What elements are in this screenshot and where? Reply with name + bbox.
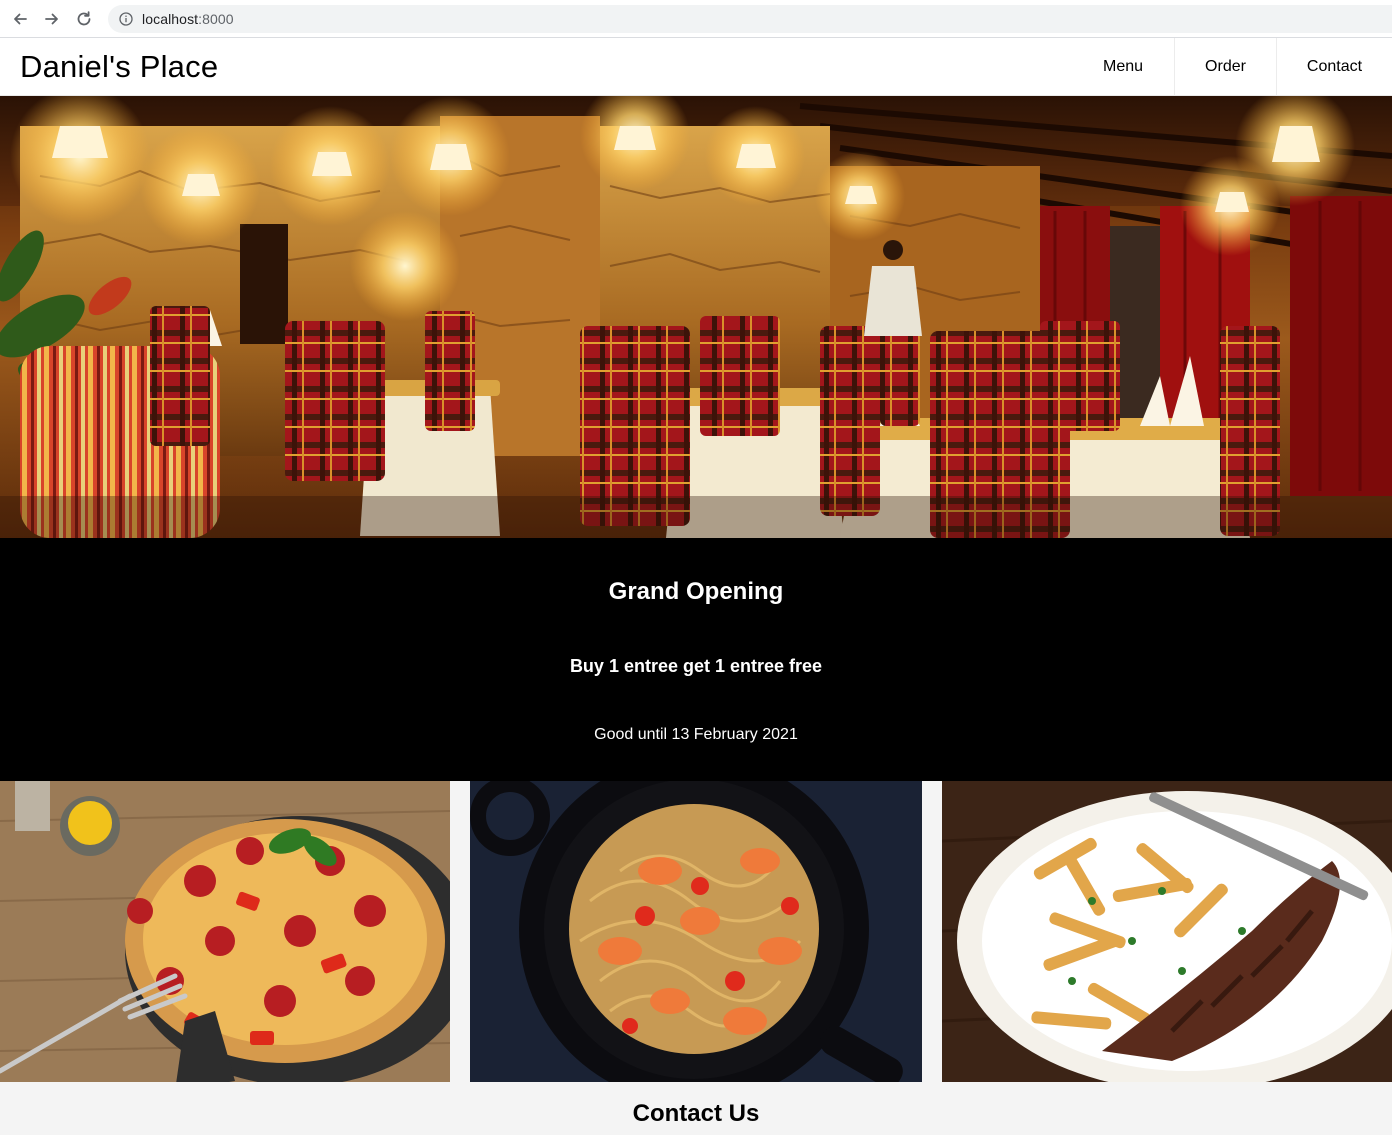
- address-bar[interactable]: localhost:8000: [108, 5, 1392, 33]
- promo-offer: Buy 1 entree get 1 entree free: [569, 656, 823, 676]
- arrow-right-icon: [45, 13, 58, 24]
- contact-title: Contact Us: [632, 1100, 760, 1127]
- promo-valid-until: Good until 13 February 2021: [594, 726, 798, 743]
- info-icon[interactable]: [118, 11, 134, 27]
- site-header: Daniel's Place Menu Order Contact: [0, 37, 1392, 96]
- hero-restaurant-image: [0, 96, 1392, 538]
- steak-illustration: [942, 781, 1392, 1082]
- reload-button[interactable]: [68, 3, 100, 35]
- back-button[interactable]: [4, 3, 36, 35]
- nav-link-menu[interactable]: Menu: [1072, 38, 1174, 96]
- url-text: localhost:8000: [142, 11, 234, 27]
- forward-button[interactable]: [36, 3, 68, 35]
- arrow-left-icon: [14, 13, 27, 24]
- pizza-image: [0, 781, 450, 1082]
- steak-fries-image: [942, 781, 1392, 1082]
- nav-link-contact[interactable]: Contact: [1276, 37, 1392, 96]
- pizza-illustration: [0, 781, 450, 1082]
- shrimp-pasta-image: [470, 781, 922, 1082]
- browser-toolbar: localhost:8000: [0, 0, 1392, 38]
- site-nav: Menu Order Contact: [1072, 37, 1392, 96]
- url-host: localhost: [142, 11, 199, 27]
- url-port: :8000: [198, 11, 234, 27]
- pasta-illustration: [470, 781, 922, 1082]
- nav-link-order[interactable]: Order: [1174, 37, 1276, 96]
- reload-icon: [77, 10, 91, 25]
- promo-banner: Grand Opening Buy 1 entree get 1 entree …: [0, 538, 1392, 781]
- restaurant-interior-illustration: [0, 96, 1392, 538]
- promo-title: Grand Opening: [608, 578, 784, 605]
- site-brand[interactable]: Daniel's Place: [20, 49, 218, 85]
